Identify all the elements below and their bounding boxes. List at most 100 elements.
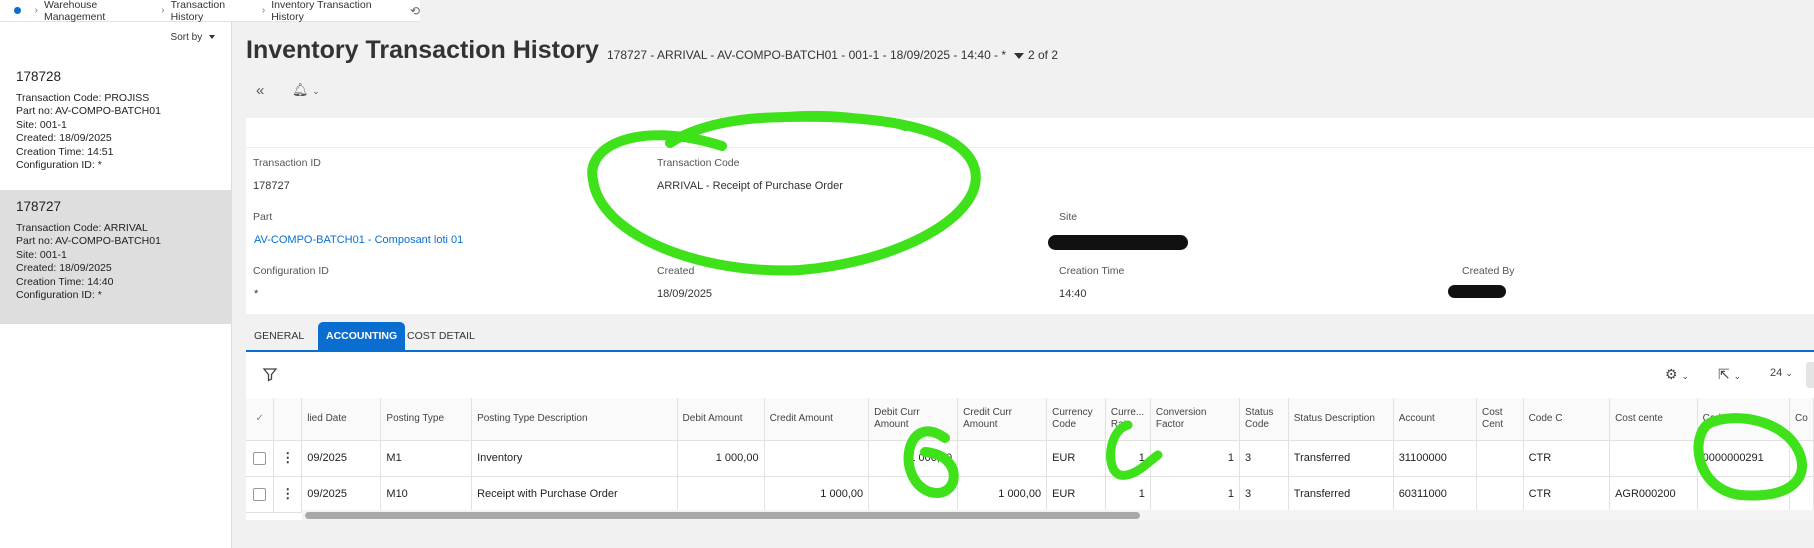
grid-header-actions	[273, 398, 303, 441]
record-selector-label: 178727 - ARRIVAL - AV-COMPO-BATCH01 - 00…	[607, 48, 1007, 62]
table-cell: Transferred	[1288, 476, 1394, 513]
table-cell: 1	[1150, 476, 1241, 513]
sort-by-button[interactable]: Sort by	[171, 32, 215, 43]
created-by-redacted	[1448, 285, 1506, 298]
tab-accounting[interactable]: ACCOUNTING	[318, 322, 406, 350]
table-cell: 60311000	[1393, 476, 1477, 513]
part-link[interactable]: AV-COMPO-BATCH01 - Composant loti 01	[254, 234, 463, 246]
grid-header-cell[interactable]: Posting Type Description	[471, 398, 678, 441]
record-selector[interactable]: 178727 - ARRIVAL - AV-COMPO-BATCH01 - 00…	[607, 48, 1025, 62]
horizontal-scrollbar-thumb[interactable]	[305, 512, 1140, 519]
chevron-right-icon: ›	[161, 5, 165, 16]
refresh-icon[interactable]: ⟲	[410, 4, 420, 18]
created-value: 18/09/2025	[657, 288, 713, 300]
filter-icon[interactable]	[262, 366, 278, 385]
tab-general[interactable]: GENERAL	[246, 322, 312, 350]
grid-header-cell[interactable]: Cost Cent	[1476, 398, 1524, 441]
creation-time-label: Creation Time	[1059, 265, 1125, 277]
grid-header-cell[interactable]: Cost cente	[1609, 398, 1698, 441]
list-item-creation-time: Creation Time: 14:40	[16, 275, 114, 288]
grid-header-cell[interactable]: Code C	[1523, 398, 1611, 441]
grid-header-cell[interactable]: Curre... Rate	[1105, 398, 1151, 441]
grid-header-cell[interactable]: Currency Code	[1046, 398, 1106, 441]
list-item-created: Created: 18/09/2025	[16, 132, 112, 144]
side-panel-toggle[interactable]	[1806, 362, 1814, 388]
breadcrumb-item-warehouse[interactable]: Warehouse Management	[44, 0, 155, 23]
grid-header-cell[interactable]: Posting Type	[380, 398, 473, 441]
site-redacted	[1048, 235, 1188, 250]
bell-icon[interactable]: 🔔︎ ⌄	[292, 82, 320, 98]
transaction-id-label: Transaction ID	[253, 157, 321, 169]
grid-header-cell[interactable]: Debit Amount	[677, 398, 765, 441]
list-item-part-no: Part no: AV-COMPO-BATCH01	[16, 105, 161, 117]
table-cell: AGR000200	[1609, 476, 1698, 513]
table-row[interactable]: ⋮ 09/2025 M10 Receipt with Purchase Orde…	[246, 476, 1814, 513]
table-cell: Inventory	[471, 440, 678, 477]
list-item-transaction-code: Transaction Code: ARRIVAL	[16, 221, 148, 234]
table-cell: 3	[1239, 476, 1289, 513]
grid-header-cell[interactable]: Status Code	[1239, 398, 1289, 441]
created-by-label: Created By	[1462, 265, 1515, 277]
table-cell: Receipt with Purchase Order	[471, 476, 678, 513]
table-cell: M10	[380, 476, 473, 513]
list-item-configuration-id: Configuration ID: *	[16, 289, 102, 301]
configuration-id-label: Configuration ID	[253, 265, 329, 277]
export-icon[interactable]: ⇱ ⌄	[1718, 366, 1741, 383]
breadcrumb-item-current: Inventory Transaction History	[271, 0, 372, 23]
table-cell	[1476, 476, 1524, 513]
table-cell: EUR	[1046, 476, 1106, 513]
list-item-site: Site: 001-1	[16, 248, 67, 261]
chevron-right-icon: ›	[34, 5, 38, 16]
list-item-site: Site: 001-1	[16, 118, 67, 131]
grid-header-cell[interactable]: Account	[1393, 398, 1477, 441]
table-cell: M1	[380, 440, 473, 477]
more-vertical-icon[interactable]: ⋮	[281, 450, 294, 465]
table-cell: 1 000,00	[957, 476, 1048, 513]
table-cell	[868, 476, 959, 513]
collapse-list-icon[interactable]: «	[256, 82, 264, 99]
grid-header-cell[interactable]: Code E	[1697, 398, 1791, 441]
table-cell: 31100000	[1393, 440, 1477, 477]
grid-header-cell[interactable]: Status Description	[1288, 398, 1394, 441]
page-size-value: 24	[1770, 367, 1783, 379]
grid-header-cell[interactable]: Co	[1789, 398, 1814, 441]
grid-header-cell[interactable]: Debit Curr Amount	[868, 398, 959, 441]
chevron-right-icon: ›	[261, 5, 266, 16]
table-cell: CTR	[1523, 440, 1611, 477]
table-cell: EUR	[1046, 440, 1106, 477]
gear-icon[interactable]: ⚙ ⌄	[1665, 366, 1689, 383]
page-size-select[interactable]: 24 ⌄	[1770, 367, 1793, 379]
list-item-id: 178728	[16, 69, 62, 84]
breadcrumb: › Warehouse Management › Transaction His…	[0, 0, 420, 23]
grid-header-cell[interactable]: Credit Amount	[764, 398, 870, 441]
table-cell: 1 000,00	[764, 476, 870, 513]
tab-cost-detail[interactable]: COST DETAIL	[399, 322, 483, 350]
breadcrumb-item-history[interactable]: Transaction History	[171, 0, 256, 23]
chevron-down-icon[interactable]	[1014, 52, 1025, 59]
row-checkbox[interactable]	[253, 487, 267, 501]
table-cell	[1789, 476, 1814, 513]
grid-header-cell[interactable]: Credit Curr Amount	[957, 398, 1048, 441]
record-count: 2 of 2	[1028, 48, 1059, 62]
table-cell	[764, 440, 870, 477]
home-icon[interactable]	[14, 7, 21, 14]
table-cell: 09/2025	[301, 476, 382, 513]
grid-header-cell[interactable]: lied Date	[301, 398, 382, 441]
grid-header-row: ✓ lied Date Posting Type Posting Type De…	[246, 398, 1814, 441]
part-label: Part	[253, 211, 273, 223]
sort-by-label: Sort by	[170, 32, 203, 43]
list-item-transaction-code: Transaction Code: PROJISS	[16, 91, 150, 104]
detail-panel-header	[246, 118, 1814, 148]
select-all-icon[interactable]: ✓	[246, 398, 275, 441]
grid-header-cell[interactable]: Conversion Factor	[1150, 398, 1241, 441]
table-cell: 0000000291	[1697, 440, 1791, 477]
list-item-selected[interactable]: 178727 Transaction Code: ARRIVAL Part no…	[0, 190, 232, 324]
list-item-part-no: Part no: AV-COMPO-BATCH01	[16, 235, 161, 247]
table-cell: 1 000,00	[868, 440, 959, 477]
table-cell	[1476, 440, 1524, 477]
row-checkbox[interactable]	[253, 451, 267, 465]
more-vertical-icon[interactable]: ⋮	[281, 486, 294, 501]
table-row[interactable]: ⋮ 09/2025 M1 Inventory 1 000,00 1 000,00…	[246, 440, 1814, 477]
list-item-id: 178727	[16, 199, 62, 214]
table-cell: 1	[1105, 476, 1151, 513]
